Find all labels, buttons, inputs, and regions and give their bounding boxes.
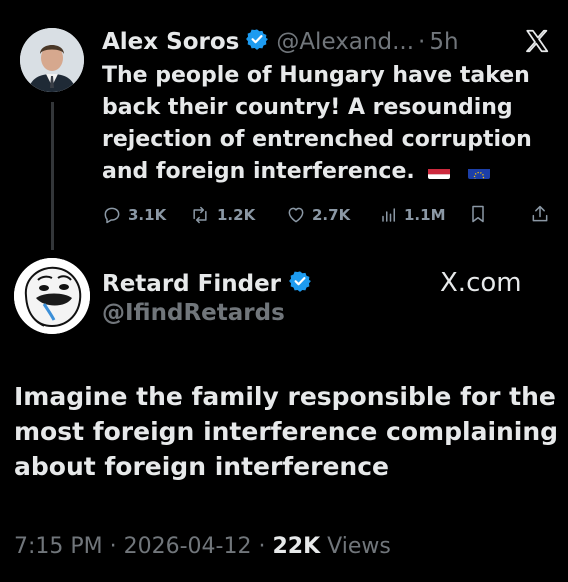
repost-button[interactable]: 1.2K [189,205,255,225]
author-name[interactable]: Retard Finder [102,271,281,297]
views-count: 1.1M [404,206,446,224]
share-icon [532,205,548,222]
views-button[interactable]: 1.1M [380,206,446,224]
author-handle[interactable]: @Alexand... [276,29,414,55]
views-label: Views [320,534,391,559]
eu-flag-icon [468,163,491,179]
views-count: 22K [272,534,321,559]
bookmark-button[interactable] [468,204,488,228]
hungary-flag-icon [428,163,451,179]
like-count: 2.7K [312,206,351,224]
share-button[interactable] [530,204,550,228]
bookmark-icon [472,205,484,223]
retard-finder-avatar[interactable] [14,258,90,334]
alex-soros-avatar[interactable] [20,28,84,92]
timestamp-row: 7:15 PM · 2026-04-12 · 22K Views [14,534,391,559]
author-name[interactable]: Alex Soros [102,29,239,55]
cartoon-face-icon [14,258,90,334]
repost-icon [193,206,207,224]
site-label: X.com [440,268,522,298]
heart-icon [288,207,304,223]
person-portrait-icon [20,28,84,92]
analytics-icon [382,208,395,222]
x-logo-icon[interactable] [524,28,550,54]
main-tweet-text: Imagine the family responsible for the m… [14,382,559,481]
tweet-time[interactable]: 5h [429,29,458,55]
author-handle[interactable]: @IfindRetards [102,300,285,326]
verified-badge-icon [246,28,269,56]
separator-dot: · [418,29,426,55]
verified-badge-icon [289,270,311,298]
reply-count: 3.1K [128,206,167,224]
tweet-timestamp[interactable]: 7:15 PM · 2026-04-12 · [14,534,272,559]
thread-line [51,102,54,250]
like-button[interactable]: 2.7K [286,205,350,225]
reply-button[interactable]: 3.1K [102,205,166,225]
reply-icon [104,207,120,224]
repost-count: 1.2K [217,206,256,224]
